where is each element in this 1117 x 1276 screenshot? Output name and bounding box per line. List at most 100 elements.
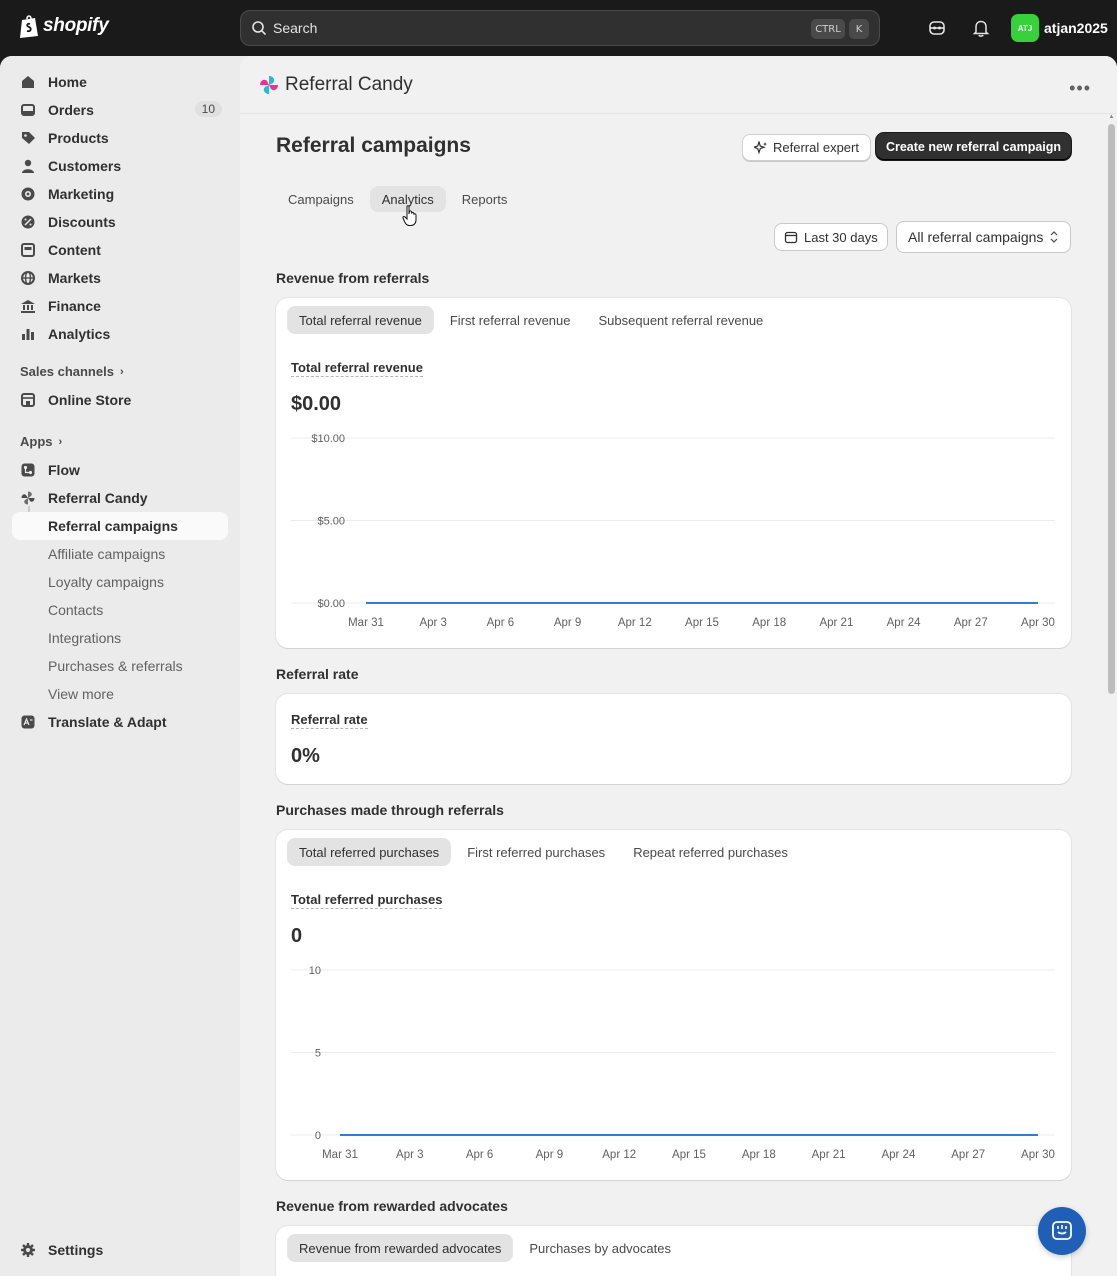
sidebar-item-label: Settings [48,1242,104,1258]
sidebar-item-label: Flow [48,462,80,478]
sidebar-item-loyalty-campaigns[interactable]: Loyalty campaigns [48,568,164,596]
apps-label: Apps [20,434,53,449]
sidebar-item-customers[interactable]: Customers [12,152,228,180]
sidebar-item-translate-adapt[interactable]: Translate & Adapt [12,708,228,736]
y-tick-label: $5.00 [317,516,345,528]
sidebar-item-view-more[interactable]: View more [48,680,114,708]
y-tick-label: 5 [315,1048,321,1060]
referral-candy-logo-icon [260,76,278,94]
sidebar-item-settings[interactable]: Settings [12,1236,228,1264]
tab-repeat-referred-purchases[interactable]: Repeat referred purchases [621,838,800,866]
sidebar-item-label: Marketing [48,186,115,202]
page-tabs: Campaigns Analytics Reports [276,186,519,212]
sidebar-item-contacts[interactable]: Contacts [48,596,103,624]
tab-total-referred-purchases[interactable]: Total referred purchases [287,838,452,866]
tab-campaigns[interactable]: Campaigns [276,186,366,212]
referral-candy-icon [21,491,35,505]
sales-channels-header[interactable]: Sales channels › [20,364,124,379]
app-title: Referral Candy [259,74,413,96]
select-arrows-icon [1050,231,1058,243]
sales-channels-label: Sales channels [20,364,114,379]
date-range-label: Last 30 days [804,229,878,245]
x-tick-label: Apr 15 [672,1149,706,1161]
scrollbar[interactable]: ▲ [1108,114,1115,1276]
campaign-select[interactable]: All referral campaigns [896,221,1071,253]
x-tick-label: Apr 24 [887,617,921,629]
revenue-chart: $10.00 $5.00 $0.00Mar 31 Apr 3 Apr 6 Apr 9 Apr… [291,433,1055,629]
revenue-metric-value: $0.00 [291,393,342,415]
tab-total-referral-revenue[interactable]: Total referral revenue [287,306,434,334]
user-menu[interactable]: ATJ atjan2025 [1011,14,1108,42]
rate-metric-value: 0% [291,745,320,767]
revenue-metric-label: Total referral revenue [291,360,423,377]
advocates-card: Revenue from rewarded advocates Purchase… [276,1226,1071,1276]
sidebar-item-marketing[interactable]: Marketing [12,180,228,208]
sidebar-item-flow[interactable]: Flow [12,456,228,484]
tab-first-referred-purchases[interactable]: First referred purchases [455,838,617,866]
sidebar-item-referral-candy[interactable]: Referral Candy [12,484,228,512]
sidebar: Home Orders 10 Products Customers Market… [0,56,240,1276]
x-tick-label: Apr 21 [819,617,853,629]
date-range-button[interactable]: Last 30 days [774,223,888,251]
sidebar-item-discounts[interactable]: Discounts [12,208,228,236]
sidebar-item-label: Home [48,74,87,90]
x-tick-label: Apr 9 [536,1149,564,1161]
tab-purchases-by-advocates[interactable]: Purchases by advocates [517,1234,683,1262]
tab-first-referral-revenue[interactable]: First referral revenue [438,306,583,334]
x-tick-label: Apr 18 [742,1149,776,1161]
tab-revenue-from-rewarded-advocates[interactable]: Revenue from rewarded advocates [287,1234,514,1262]
shortcut-k-key: K [849,19,869,39]
scroll-thumb[interactable] [1108,124,1115,694]
orders-count-badge: 10 [194,101,222,117]
shopify-logo[interactable]: shopify [19,14,109,38]
sidebar-item-content[interactable]: Content [12,236,228,264]
x-tick-label: Apr 12 [618,617,652,629]
sidebar-item-markets[interactable]: Markets [12,264,228,292]
sidebar-item-integrations[interactable]: Integrations [48,624,121,652]
more-actions-icon[interactable]: ••• [1069,78,1091,99]
referral-expert-button[interactable]: Referral expert [742,134,871,161]
tab-subsequent-referral-revenue[interactable]: Subsequent referral revenue [587,306,776,334]
sidebar-item-referral-campaigns[interactable]: Referral campaigns [12,512,228,540]
search-icon [252,21,267,36]
rate-metric-label: Referral rate [291,712,368,729]
bar-chart-icon [22,329,34,340]
apps-header[interactable]: Apps › [20,434,62,449]
sidebar-item-label: Content [48,242,101,258]
discount-icon [21,215,35,229]
sidebar-item-finance[interactable]: Finance [12,292,228,320]
purchases-chart: 10 5 0Mar 31 Apr 3 Apr 6 Apr 9 Apr 12 Apr 15 Apr… [291,965,1055,1161]
translate-icon [21,715,35,729]
store-icon [21,393,35,407]
sidebar-item-purchases-referrals[interactable]: Purchases & referrals [48,652,183,680]
x-tick-label: Apr 12 [602,1149,636,1161]
revenue-tabs: Total referral revenue First referral re… [287,306,775,334]
revenue-card: Total referral revenue First referral re… [276,298,1071,648]
sidebar-item-home[interactable]: Home [12,68,228,96]
sidebar-item-affiliate-campaigns[interactable]: Affiliate campaigns [48,540,165,568]
user-name: atjan2025 [1044,20,1108,36]
sidebar-item-label: Referral campaigns [48,518,178,534]
x-tick-label: Apr 6 [487,617,515,629]
x-tick-label: Mar 31 [322,1149,358,1161]
x-tick-label: Apr 27 [954,617,988,629]
sidekick-icon[interactable] [927,18,947,38]
search-placeholder: Search [273,20,318,36]
search-input[interactable]: Search CTRL K [240,10,880,46]
sidebar-item-analytics[interactable]: Analytics [12,320,228,348]
x-tick-label: Apr 18 [752,617,786,629]
chat-button[interactable] [1038,1207,1086,1255]
page-title: Referral campaigns [276,134,471,157]
tab-reports[interactable]: Reports [450,186,520,212]
sidebar-item-online-store[interactable]: Online Store [12,386,228,414]
target-icon [21,187,35,201]
sidebar-item-products[interactable]: Products [12,124,228,152]
x-tick-label: Apr 30 [1021,617,1055,629]
sidebar-item-orders[interactable]: Orders 10 [12,96,228,124]
create-campaign-button[interactable]: Create new referral campaign [876,133,1071,160]
bell-icon[interactable] [971,18,991,38]
x-tick-label: Apr 9 [554,617,582,629]
y-tick-label: $10.00 [311,433,345,445]
shortcut-ctrl-key: CTRL [811,19,845,39]
scroll-up-icon[interactable]: ▲ [1108,114,1115,121]
